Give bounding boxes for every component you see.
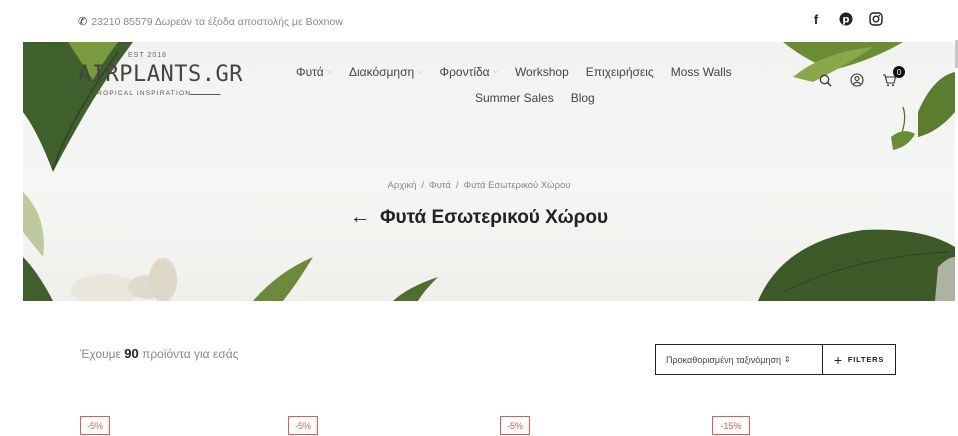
nav-item[interactable]: Moss Walls (671, 65, 732, 79)
count-value: 90 (124, 346, 139, 361)
nav-item[interactable]: Φυτά ⌵ (296, 65, 332, 79)
sort-label: Προκαθορισμένη ταξινόμηση (666, 354, 782, 365)
sort-chevron-icon: ⇕ (784, 355, 791, 364)
breadcrumb-plants[interactable]: Φυτά (429, 180, 451, 191)
nav-item[interactable]: Blog (571, 91, 595, 105)
header-icons: 0 (817, 66, 905, 88)
nav-item[interactable]: Φροντίδα ⌵ (440, 65, 498, 79)
logo-rule-left (78, 94, 92, 95)
main-nav: Φυτά ⌵ Διακόσμηση ⌵ Φροντίδα ⌵ Workshop Επιχειρ… (296, 65, 766, 105)
breadcrumb-separator: / (421, 180, 425, 191)
nav-item-label: Φροντίδα (439, 65, 490, 79)
nav-item[interactable]: Διακόσμηση ⌵ (349, 65, 423, 79)
chevron-down-icon: ⌵ (417, 68, 423, 75)
chevron-down-icon: ⌵ (492, 68, 498, 75)
svg-text:p: p (842, 15, 849, 26)
search-icon[interactable] (817, 72, 833, 88)
nav-item-label: Φυτά (296, 65, 324, 79)
nav-item[interactable]: Summer Sales (475, 91, 554, 105)
sort-select[interactable]: Προκαθορισμένη ταξινόμηση ⇕ (655, 344, 823, 375)
phone-info: ✆ 23210 85579 Δωρεάν τα έξοδα αποστολής … (78, 15, 343, 29)
page-title-block: ← Φυτά Εσωτερικού Χώρου (0, 206, 958, 229)
logo-name: AIRPLANTS.GR (78, 62, 243, 87)
nav-item[interactable]: Workshop (515, 65, 569, 79)
site-logo[interactable]: EST 2018 AIRPLANTS.GR TROPICAL INSPIRATI… (78, 52, 243, 122)
count-prefix: Έχουμε (80, 347, 121, 361)
filters-label: FILTERS (847, 355, 885, 364)
logo-est: EST 2018 (128, 52, 168, 59)
cart-icon[interactable]: 0 (881, 66, 905, 88)
chevron-down-icon: ⌵ (326, 68, 332, 75)
nav-item-label: Workshop (514, 65, 569, 79)
breadcrumb-current: Φυτά Εσωτερικού Χώρου (463, 180, 571, 191)
discount-badge: -15% (712, 416, 750, 435)
instagram-icon[interactable] (868, 11, 884, 27)
plus-icon: + (833, 351, 843, 368)
page-title: Φυτά Εσωτερικού Χώρου (379, 207, 609, 228)
nav-item-label: Moss Walls (670, 65, 732, 79)
top-bar: ✆ 23210 85579 Δωρεάν τα έξοδα αποστολής … (0, 0, 958, 42)
breadcrumb-home[interactable]: Αρχική (388, 180, 417, 191)
phone-text: 23210 85579 Δωρεάν τα έξοδα αποστολής με… (91, 15, 343, 28)
filters-button[interactable]: + FILTERS (822, 344, 896, 375)
facebook-icon[interactable]: f (808, 11, 824, 27)
pinterest-icon[interactable]: p (838, 11, 854, 27)
social-links: f p (808, 11, 884, 27)
hero-banner: EST 2018 AIRPLANTS.GR TROPICAL INSPIRATI… (23, 42, 955, 301)
count-suffix: προϊόντα για εσάς (142, 347, 239, 361)
product-count: Έχουμε 90 προϊόντα για εσάς (80, 346, 238, 361)
nav-item[interactable]: Επιχειρήσεις (586, 65, 654, 79)
account-icon[interactable] (849, 72, 865, 88)
breadcrumb: Αρχική / Φυτά / Φυτά Εσωτερικού Χώρου (0, 180, 958, 191)
discount-badge: -5% (80, 416, 110, 435)
discount-badge: -5% (288, 416, 318, 435)
phone-icon: ✆ (78, 16, 88, 28)
cart-count-badge: 0 (893, 66, 905, 78)
breadcrumb-separator: / (455, 180, 459, 191)
logo-tagline: TROPICAL INSPIRATION (92, 90, 192, 97)
back-arrow-icon[interactable]: ← (350, 206, 370, 228)
logo-rule-right (190, 94, 220, 95)
nav-item-label: Επιχειρήσεις (585, 65, 654, 79)
nav-item-label: Διακόσμηση (348, 65, 415, 79)
discount-badge: -5% (500, 416, 530, 435)
